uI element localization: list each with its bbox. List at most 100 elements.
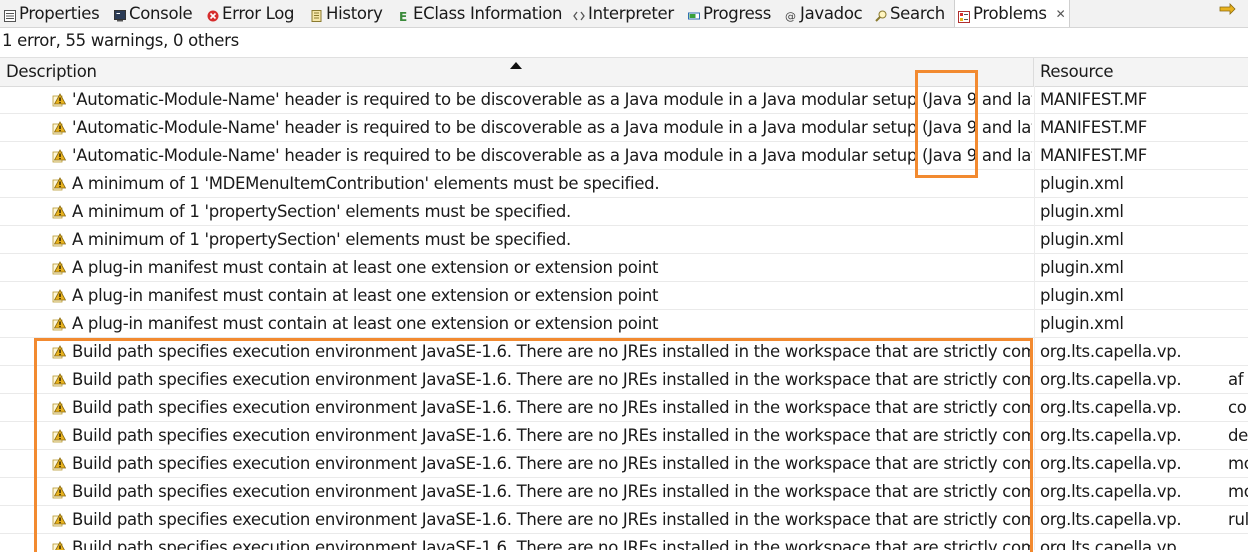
- problem-description: A plug-in manifest must contain at least…: [72, 314, 659, 333]
- tab-label: Javadoc: [800, 3, 863, 23]
- problem-resource: org.lts.capella.vp.: [1040, 454, 1182, 473]
- search-icon: [875, 7, 887, 22]
- tab-label: Interpreter: [588, 3, 674, 23]
- problem-overflow-text: [1228, 86, 1248, 114]
- problem-resource: MANIFEST.MF: [1040, 90, 1147, 109]
- problem-overflow-text: [1228, 226, 1248, 254]
- tab-console[interactable]: Console: [114, 0, 193, 26]
- problems-table: Description Resource 'Automatic-Module-N…: [0, 57, 1248, 550]
- tab-properties[interactable]: Properties: [4, 0, 100, 26]
- tab-label: Search: [890, 3, 945, 23]
- table-row[interactable]: Build path specifies execution environme…: [0, 450, 1248, 478]
- problem-description: Build path specifies execution environme…: [72, 538, 1032, 550]
- warning-icon: [52, 372, 67, 387]
- table-row[interactable]: A plug-in manifest must contain at least…: [0, 282, 1248, 310]
- problem-resource: MANIFEST.MF: [1040, 146, 1147, 165]
- problem-resource: org.lts.capella.vp.: [1040, 342, 1182, 361]
- column-header-label: Description: [6, 62, 97, 81]
- table-row[interactable]: Build path specifies execution environme…: [0, 478, 1248, 506]
- problem-resource: org.lts.capella.vp.: [1040, 398, 1182, 417]
- column-header-resource[interactable]: Resource: [1034, 58, 1248, 86]
- table-row[interactable]: A minimum of 1 'MDEMenuItemContribution'…: [0, 170, 1248, 198]
- problem-resource: plugin.xml: [1040, 286, 1124, 305]
- tab-eclass-information[interactable]: E EClass Information: [398, 0, 563, 26]
- tab-label: Problems: [973, 4, 1047, 23]
- problem-resource: org.lts.capella.vp.: [1040, 370, 1182, 389]
- problem-description: A minimum of 1 'MDEMenuItemContribution'…: [72, 174, 660, 193]
- warning-icon: [52, 484, 67, 499]
- warning-icon: [52, 148, 67, 163]
- view-menu-icon[interactable]: [1218, 1, 1236, 17]
- problem-description: Build path specifies execution environme…: [72, 482, 1032, 501]
- table-row[interactable]: Build path specifies execution environme…: [0, 506, 1248, 534]
- table-row[interactable]: Build path specifies execution environme…: [0, 422, 1248, 450]
- table-row[interactable]: A plug-in manifest must contain at least…: [0, 310, 1248, 338]
- tab-search[interactable]: Search: [875, 0, 945, 26]
- table-row[interactable]: A minimum of 1 'propertySection' element…: [0, 198, 1248, 226]
- problem-resource: org.lts.capella.vp.: [1040, 538, 1182, 550]
- problem-resource: org.lts.capella.vp.: [1040, 510, 1182, 529]
- eclass-icon: E: [398, 7, 410, 24]
- warning-icon: [52, 288, 67, 303]
- tab-label: Console: [129, 3, 193, 23]
- problem-resource: plugin.xml: [1040, 202, 1124, 221]
- table-row[interactable]: A minimum of 1 'propertySection' element…: [0, 226, 1248, 254]
- tab-history[interactable]: History: [311, 0, 383, 26]
- problem-description: Build path specifies execution environme…: [72, 342, 1032, 361]
- problem-overflow-text: mo: [1228, 482, 1248, 501]
- table-row[interactable]: Build path specifies execution environme…: [0, 366, 1248, 394]
- problem-overflow-text: [1228, 142, 1248, 170]
- problem-resource: plugin.xml: [1040, 258, 1124, 277]
- problems-summary: 1 error, 55 warnings, 0 others: [2, 31, 239, 50]
- tab-error-log[interactable]: Error Log: [207, 0, 295, 26]
- column-header-description[interactable]: Description: [0, 58, 1034, 86]
- interpreter-icon: [573, 7, 585, 21]
- table-row[interactable]: 'Automatic-Module-Name' header is requir…: [0, 114, 1248, 142]
- problem-description: Build path specifies execution environme…: [72, 398, 1032, 417]
- warning-icon: [52, 232, 67, 247]
- console-icon: [114, 7, 126, 22]
- problem-overflow-text: [1228, 310, 1248, 338]
- tab-problems[interactable]: Problems ✕: [954, 0, 1071, 27]
- table-row[interactable]: A plug-in manifest must contain at least…: [0, 254, 1248, 282]
- tab-label: Properties: [19, 3, 100, 23]
- svg-text:@: @: [785, 10, 796, 22]
- table-row[interactable]: Build path specifies execution environme…: [0, 338, 1248, 366]
- problem-description: Build path specifies execution environme…: [72, 510, 1032, 529]
- table-row[interactable]: 'Automatic-Module-Name' header is requir…: [0, 142, 1248, 170]
- problem-resource: org.lts.capella.vp.: [1040, 426, 1182, 445]
- table-row[interactable]: Build path specifies execution environme…: [0, 394, 1248, 422]
- warning-icon: [52, 540, 66, 550]
- tab-javadoc[interactable]: @ Javadoc: [785, 0, 863, 26]
- tab-label: Error Log: [222, 3, 295, 23]
- warning-icon: [52, 176, 67, 191]
- warning-icon: [52, 260, 67, 275]
- warning-icon: [52, 456, 67, 471]
- warning-icon: [52, 316, 67, 331]
- problem-description: 'Automatic-Module-Name' header is requir…: [72, 146, 1032, 165]
- error-log-icon: [207, 7, 219, 22]
- history-icon: [311, 7, 323, 22]
- problem-overflow-text: cor: [1228, 398, 1248, 417]
- progress-icon: [688, 7, 700, 20]
- table-row[interactable]: Build path specifies execution environme…: [0, 534, 1248, 550]
- tab-label: EClass Information: [413, 3, 563, 23]
- problem-overflow-text: mo: [1228, 454, 1248, 473]
- problem-description: A plug-in manifest must contain at least…: [72, 286, 659, 305]
- tab-progress[interactable]: Progress: [688, 0, 771, 26]
- tab-interpreter[interactable]: Interpreter: [573, 0, 674, 26]
- view-tab-bar: Properties Console Error Log History E E…: [0, 0, 1248, 28]
- problem-resource: org.lts.capella.vp.: [1040, 482, 1182, 501]
- warning-icon: [52, 428, 67, 443]
- warning-icon: [52, 400, 67, 415]
- properties-icon: [4, 7, 16, 22]
- tab-label: Progress: [703, 3, 772, 23]
- table-row[interactable]: 'Automatic-Module-Name' header is requir…: [0, 86, 1248, 114]
- close-icon[interactable]: ✕: [1056, 7, 1066, 21]
- problem-overflow-text: rule: [1228, 510, 1248, 529]
- problem-description: Build path specifies execution environme…: [72, 426, 1032, 445]
- svg-text:E: E: [399, 10, 407, 22]
- problem-overflow-text: [1228, 254, 1248, 282]
- table-header: Description Resource: [0, 57, 1248, 87]
- warning-icon: [52, 344, 67, 359]
